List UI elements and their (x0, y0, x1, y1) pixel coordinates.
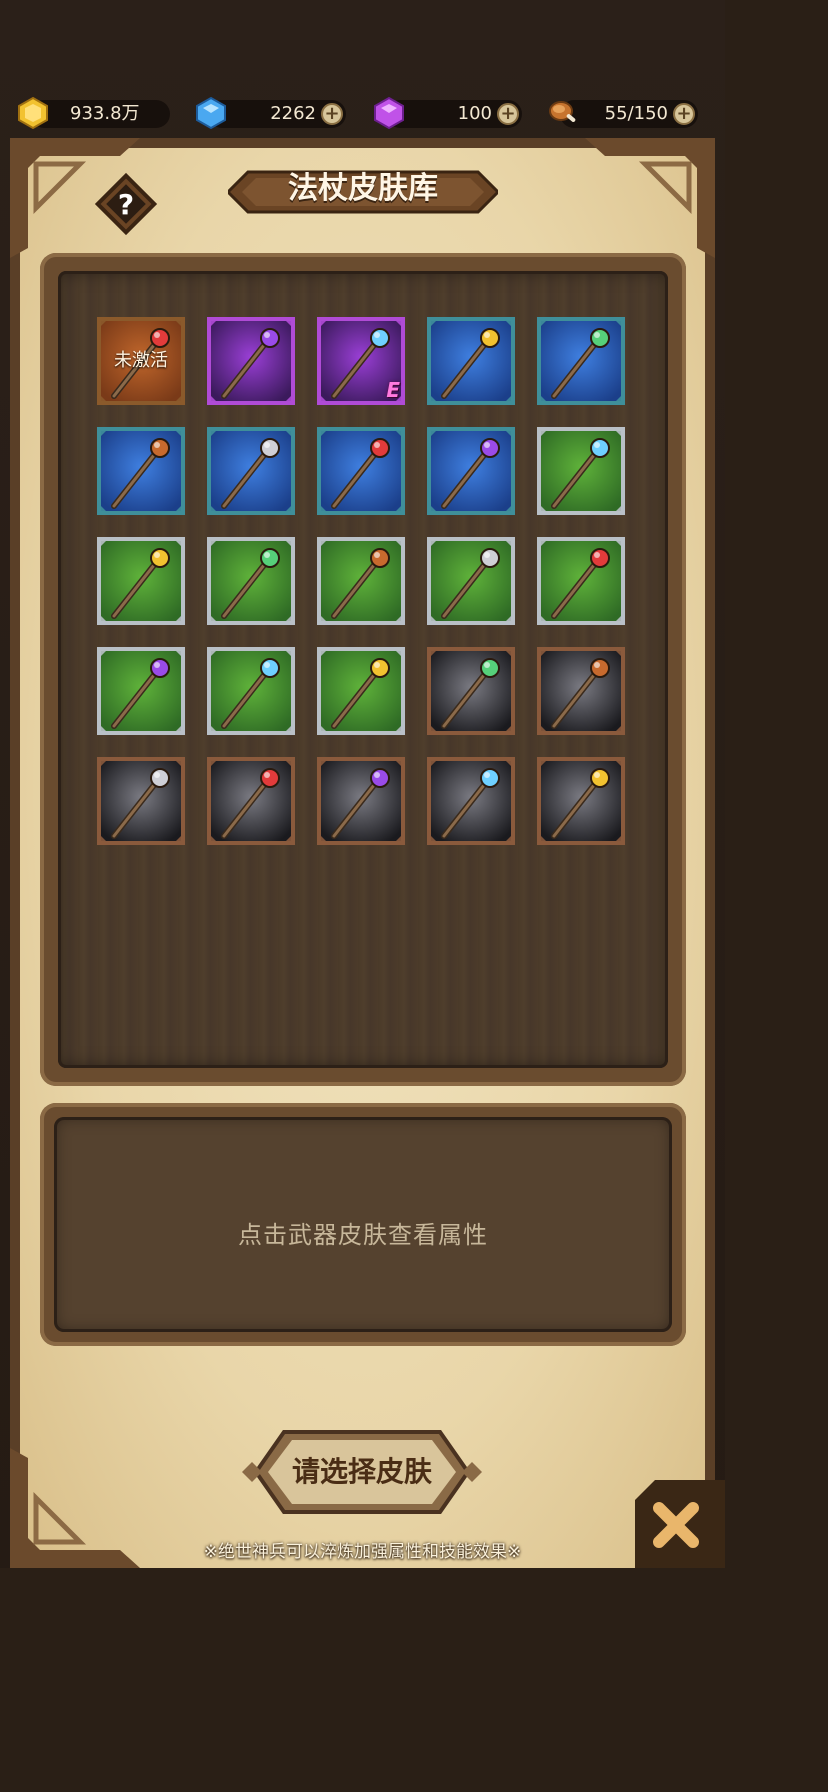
staff-skin-twisted-root-staff[interactable] (536, 316, 626, 406)
stamina-counter: 55/150 + (549, 100, 698, 128)
meat-icon (549, 101, 576, 122)
staff-skin-wooden-branch-staff[interactable]: 未激活 (96, 316, 186, 406)
svg-text:?: ? (118, 188, 134, 221)
staff-skin-dark-crystal-staff[interactable] (426, 316, 516, 406)
select-skin-label: 请选择皮肤 (291, 1455, 432, 1488)
diamond-value: 2262 (270, 103, 316, 124)
info-hint-text: 点击武器皮肤查看属性 (238, 1221, 488, 1249)
staff-skin-forked-stick-staff[interactable] (426, 756, 516, 846)
staff-skin-golden-orb-staff[interactable]: E (316, 316, 406, 406)
staff-skin-thorn-vine-staff[interactable] (426, 536, 516, 626)
purple-crystal-icon (374, 96, 404, 130)
crystal-value: 100 (457, 103, 492, 124)
staff-skin-ice-crystal-staff[interactable] (96, 426, 186, 516)
skin-grid-panel: 未激活 E (40, 253, 686, 1086)
staff-skin-trident-staff[interactable] (426, 646, 516, 736)
staff-skin-flower-vine-staff[interactable] (536, 536, 626, 626)
currency-bar: 933.8万 2262 + 100 + 55/150 + (0, 96, 725, 136)
add-diamond-button[interactable]: + (321, 103, 343, 125)
gold-counter: 933.8万 (18, 96, 170, 130)
add-crystal-button[interactable]: + (497, 103, 519, 125)
staff-skin-spear-tip-staff[interactable] (96, 646, 186, 736)
diamond-counter: 2262 + (196, 96, 346, 130)
staff-skin-amethyst-staff[interactable] (96, 536, 186, 626)
footnote-text: ※绝世神兵可以淬炼加强属性和技能效果※ (203, 1542, 522, 1562)
staff-skin-shepherd-crook-staff[interactable] (536, 756, 626, 846)
equipped-badge: E (386, 378, 400, 402)
staff-skin-hooked-wood-staff[interactable] (426, 426, 516, 516)
staff-skin-crescent-orb-staff[interactable] (206, 536, 296, 626)
blue-diamond-icon (196, 96, 226, 130)
staff-skin-emerald-ring-staff[interactable] (206, 426, 296, 516)
help-question-icon[interactable]: ? (94, 172, 158, 236)
stamina-value: 55/150 (604, 103, 668, 124)
staff-skin-knobbed-club-staff[interactable] (536, 646, 626, 736)
crystal-counter: 100 + (374, 96, 522, 130)
staff-skin-winged-eye-staff[interactable] (316, 536, 406, 626)
staff-skin-iron-spike-staff[interactable] (96, 756, 186, 846)
staff-skin-ruby-pike-staff[interactable] (206, 756, 296, 846)
game-screen: 933.8万 2262 + 100 + 55/150 + 法杖皮肤库 ? 未激活… (0, 0, 725, 1568)
staff-skin-dead-branch-staff[interactable] (316, 646, 406, 736)
gold-coin-icon (18, 96, 48, 130)
skin-info-panel: 点击武器皮肤查看属性 (40, 1103, 686, 1346)
staff-skin-pearl-claw-staff[interactable] (206, 646, 296, 736)
skin-grid: 未激活 E (58, 271, 668, 1068)
gold-value: 933.8万 (70, 103, 140, 124)
locked-label: 未激活 (114, 350, 168, 371)
staff-skin-bone-axe-staff[interactable] (316, 756, 406, 846)
corner-ornament-top-right (585, 138, 715, 258)
skin-info-inner: 点击武器皮肤查看属性 (54, 1117, 672, 1332)
staff-skin-winged-gem-staff[interactable] (316, 426, 406, 516)
staff-skin-red-orb-staff[interactable] (536, 426, 626, 516)
page-title: 法杖皮肤库 (288, 171, 438, 206)
staff-skin-paw-staff[interactable] (206, 316, 296, 406)
add-stamina-button[interactable]: + (673, 103, 695, 125)
